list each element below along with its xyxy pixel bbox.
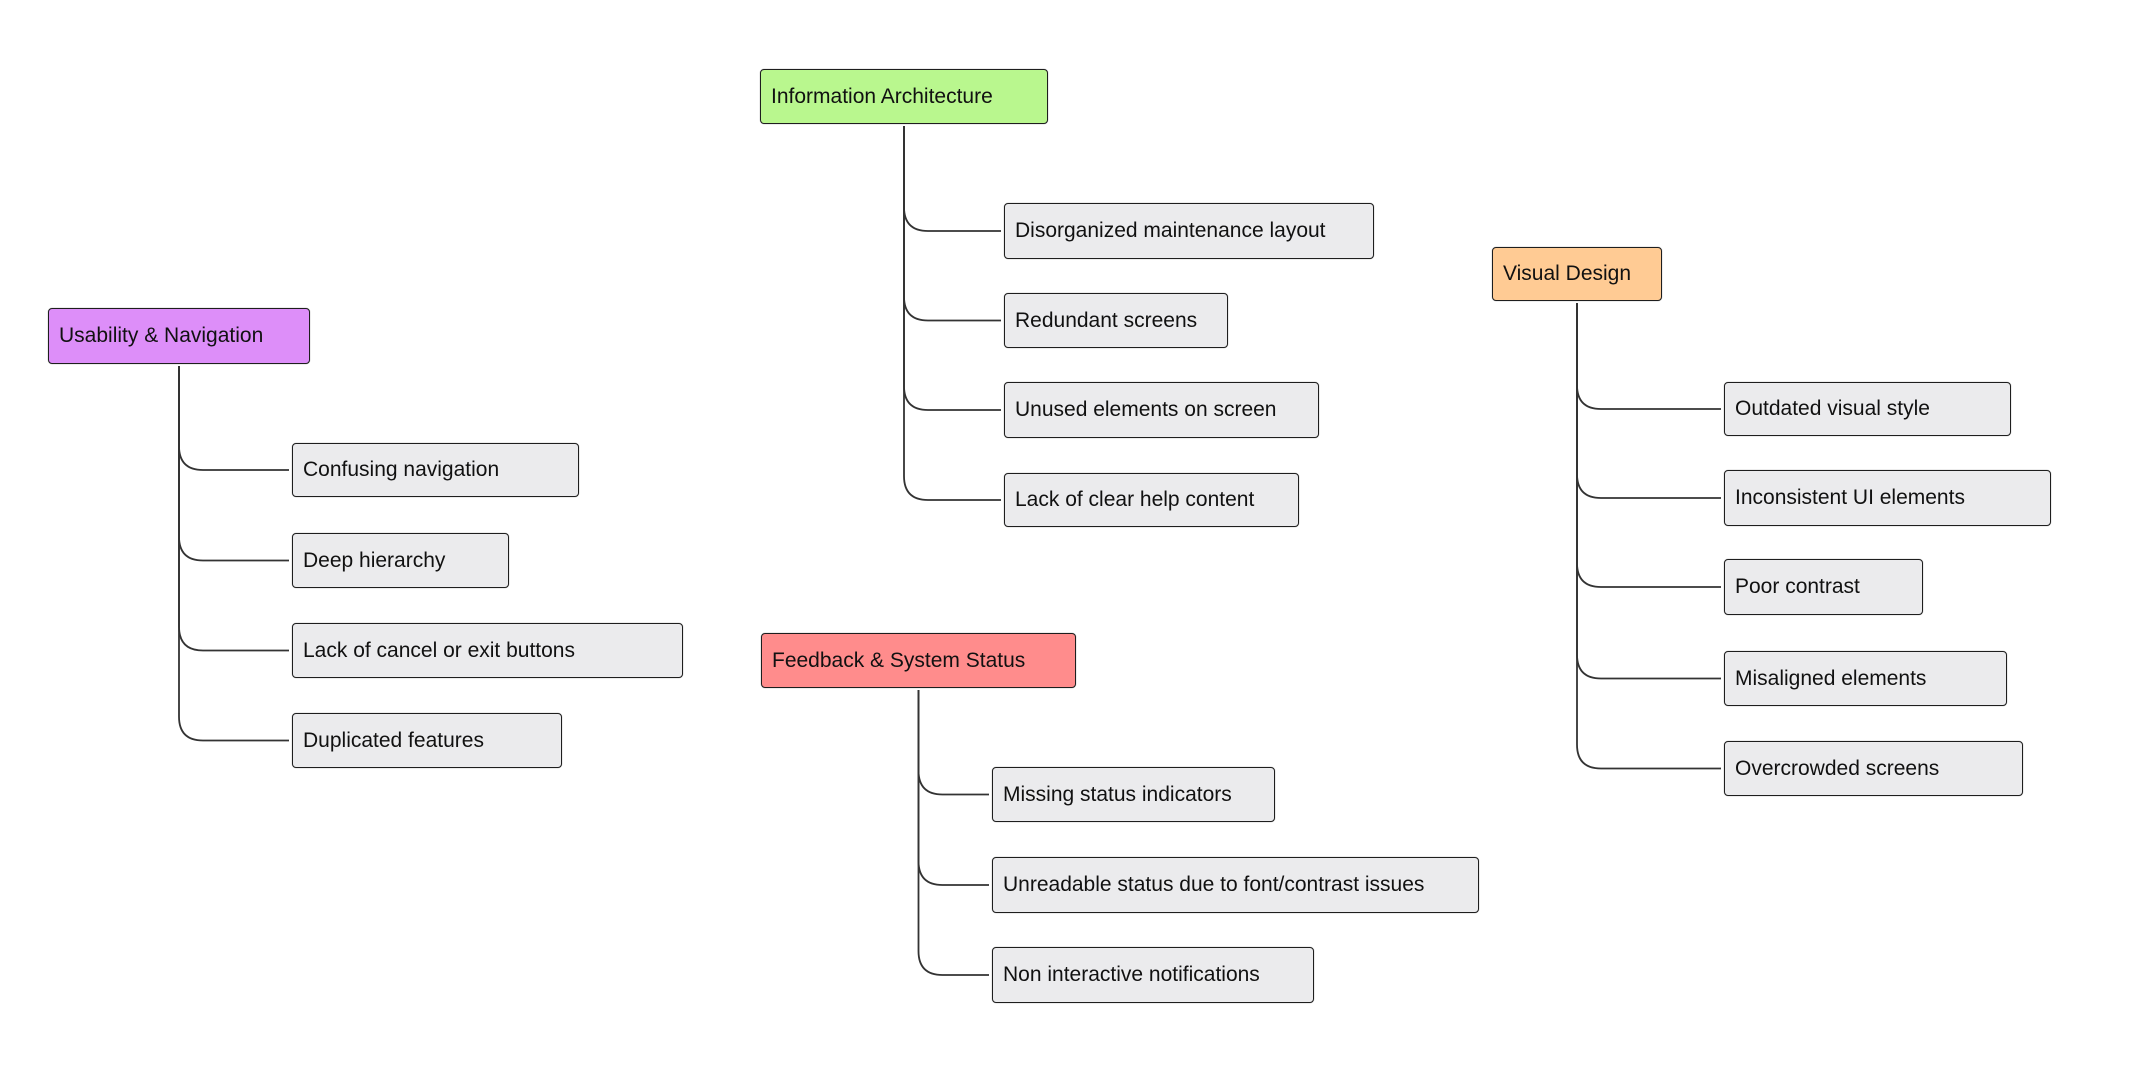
item-label: Non interactive notifications [1003,963,1260,986]
connector-line [917,690,989,796]
item-label: Misaligned elements [1735,666,1927,690]
group-title: Feedback & System Status [772,648,1026,672]
item-disorganized-maintenance-layout[interactable]: Disorganized maintenance layout [1004,203,1374,259]
connector-line [1576,303,1721,410]
item-label: Unused elements on screen [1015,398,1277,421]
item-label: Lack of cancel or exit buttons [303,638,575,662]
item-label: Disorganized maintenance layout [1015,219,1326,242]
item-label: Duplicated features [303,728,484,752]
connector-line [178,366,289,742]
item-label: Redundant screens [1015,308,1198,332]
group-title: Information Architecture [771,84,993,108]
connector-line [1576,303,1721,588]
group-title: Usability & Navigation [59,324,264,347]
item-label: Poor contrast [1735,575,1860,598]
item-unused-elements-on-screen[interactable]: Unused elements on screen [1004,382,1319,438]
mind-map-canvas: Usability & Navigation Confusing navigat… [0,0,2134,1070]
group-title: Visual Design [1503,262,1632,285]
connector-line [1576,303,1721,770]
connector-line [178,366,289,471]
item-lack-of-cancel-or-exit-buttons[interactable]: Lack of cancel or exit buttons [292,623,683,678]
item-poor-contrast[interactable]: Poor contrast [1724,559,1923,615]
connector-line [903,126,1001,322]
item-unreadable-status[interactable]: Unreadable status due to font/contrast i… [992,857,1479,913]
item-label: Deep hierarchy [303,548,446,572]
item-redundant-screens[interactable]: Redundant screens [1004,293,1228,348]
item-outdated-visual-style[interactable]: Outdated visual style [1724,382,2011,436]
connector-line [1576,303,1721,680]
item-label: Inconsistent UI elements [1735,486,1965,509]
item-confusing-navigation[interactable]: Confusing navigation [292,443,579,497]
connector-line [903,126,1001,411]
item-misaligned-elements[interactable]: Misaligned elements [1724,651,2007,706]
connector-line [903,126,1001,232]
group-feedback-system-status[interactable]: Feedback & System Status [761,633,1076,688]
item-missing-status-indicators[interactable]: Missing status indicators [992,767,1275,822]
group-usability-navigation[interactable]: Usability & Navigation [48,308,310,364]
connector-line [178,366,289,562]
item-label: Lack of clear help content [1015,488,1255,511]
item-label: Confusing navigation [303,458,500,481]
item-label: Missing status indicators [1003,782,1232,806]
item-non-interactive-notifications[interactable]: Non interactive notifications [992,947,1314,1003]
connector-line [917,690,989,886]
item-label: Overcrowded screens [1735,756,1940,780]
connector-line [178,366,289,652]
item-overcrowded-screens[interactable]: Overcrowded screens [1724,741,2023,796]
item-deep-hierarchy[interactable]: Deep hierarchy [292,533,509,588]
connector-line [1576,303,1721,499]
connector-line [903,126,1001,501]
connector-line [917,690,989,976]
group-visual-design[interactable]: Visual Design [1492,247,1662,301]
item-lack-of-clear-help-content[interactable]: Lack of clear help content [1004,473,1299,527]
item-inconsistent-ui-elements[interactable]: Inconsistent UI elements [1724,470,2051,526]
group-information-architecture[interactable]: Information Architecture [760,69,1048,124]
item-duplicated-features[interactable]: Duplicated features [292,713,562,768]
item-label: Outdated visual style [1735,397,1930,420]
item-label: Unreadable status due to font/contrast i… [1003,873,1425,896]
